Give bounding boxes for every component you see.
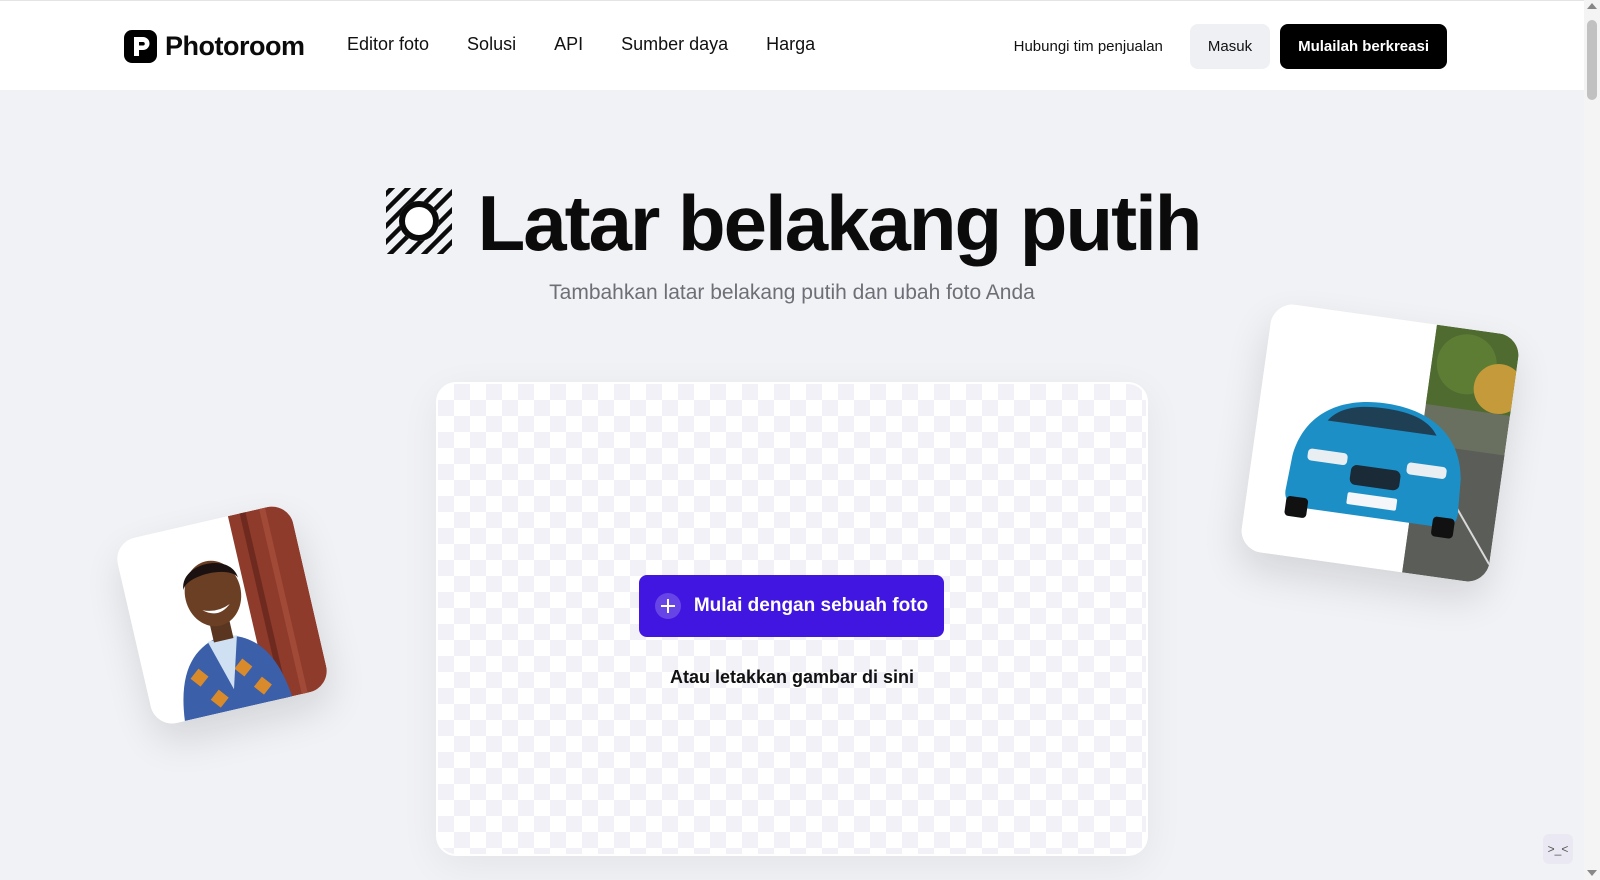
logo-text: Photoroom <box>165 30 305 61</box>
login-button[interactable]: Masuk <box>1189 24 1271 69</box>
page-scrollbar[interactable] <box>1584 0 1600 880</box>
start-with-photo-label: Mulai dengan sebuah foto <box>693 595 929 616</box>
drop-image-hint: Atau letakkan gambar di sini <box>669 667 915 687</box>
main-nav: Editor foto Solusi API Sumber daya Harga <box>347 34 815 55</box>
contact-sales-link[interactable]: Hubungi tim penjualan <box>1014 38 1163 55</box>
photoroom-logo[interactable]: Photoroom <box>124 29 305 63</box>
nav-item-solusi[interactable]: Solusi <box>467 34 516 55</box>
photoroom-logo-icon <box>124 29 157 63</box>
scroll-up-arrow-icon[interactable] <box>1587 3 1597 9</box>
scroll-down-arrow-icon[interactable] <box>1587 870 1597 876</box>
site-header: Photoroom Editor foto Solusi API Sumber … <box>0 0 1584 90</box>
start-with-photo-button[interactable]: Mulai dengan sebuah foto <box>639 575 944 637</box>
nav-item-sumber-daya[interactable]: Sumber daya <box>621 34 728 55</box>
chat-widget-icon[interactable]: >_< <box>1543 834 1573 864</box>
nav-item-api[interactable]: API <box>554 34 583 55</box>
hero-heading: Latar belakang putih <box>0 180 1584 266</box>
nav-item-harga[interactable]: Harga <box>766 34 815 55</box>
nav-item-editor-foto[interactable]: Editor foto <box>347 34 429 55</box>
header-actions: Hubungi tim penjualan Masuk Mulailah ber… <box>1014 24 1447 69</box>
plus-icon <box>654 593 681 619</box>
white-background-icon <box>384 186 454 261</box>
start-creating-button[interactable]: Mulailah berkreasi <box>1280 24 1447 69</box>
page-title: Latar belakang putih <box>477 179 1203 267</box>
sample-photo-car <box>1238 301 1522 585</box>
sample-photo-portrait <box>112 502 332 728</box>
scrollbar-thumb[interactable] <box>1587 20 1597 100</box>
page-subtitle: Tambahkan latar belakang putih dan ubah … <box>549 281 1035 304</box>
